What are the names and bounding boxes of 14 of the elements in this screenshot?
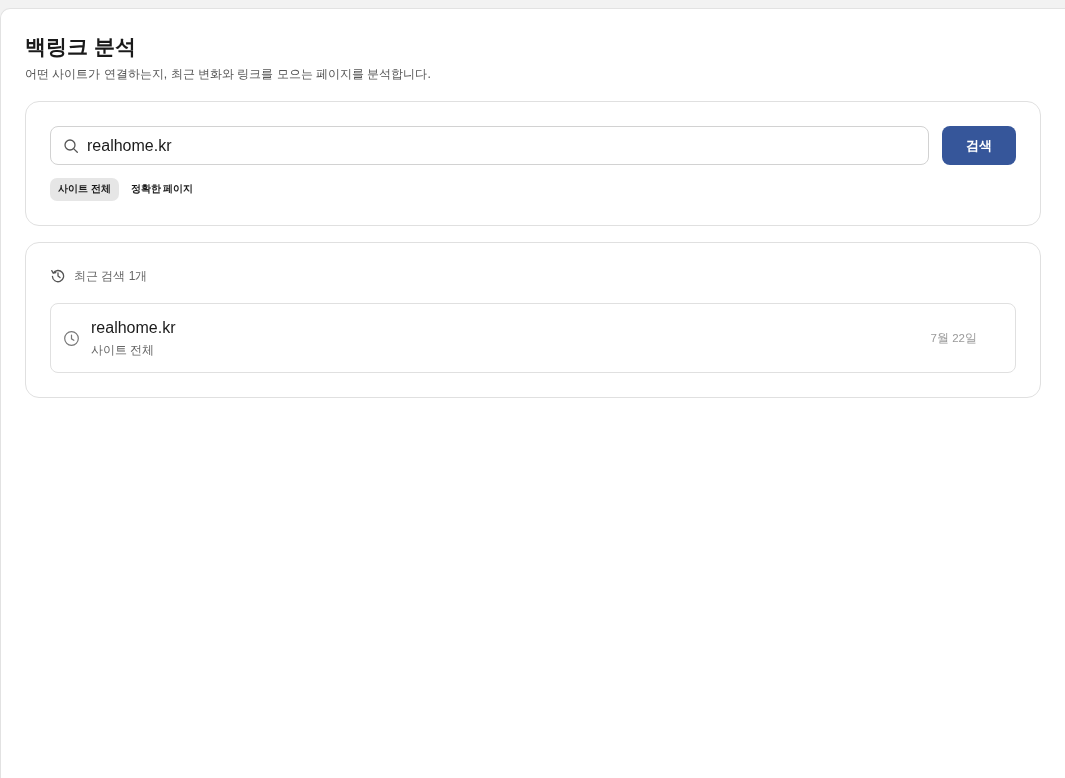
page-title: 백링크 분석 [25, 34, 136, 60]
search-icon [64, 138, 78, 153]
search-button[interactable]: 검색 [942, 126, 1016, 165]
scope-toggle[interactable]: 사이트 전체 [50, 178, 119, 201]
clock-icon [64, 330, 79, 346]
history-icon [51, 269, 65, 283]
search-date: 7월 22일 [930, 330, 977, 346]
search-scope: 사이트 전체 [91, 342, 155, 359]
scope-toggle[interactable]: 정확한 페이지 [122, 178, 202, 201]
page-description: 어떤 사이트가 연결하는지, 최근 변화와 링크를 모으는 페이지를 분석합니다. [25, 66, 431, 83]
search-field[interactable]: realhome.kr [50, 126, 929, 165]
recent-searches-heading: 최근 검색 1개 [74, 268, 148, 285]
search-query: realhome.kr [91, 318, 176, 338]
recent-search-item[interactable]: realhome.kr 사이트 전체 7월 22일 [50, 303, 1016, 373]
